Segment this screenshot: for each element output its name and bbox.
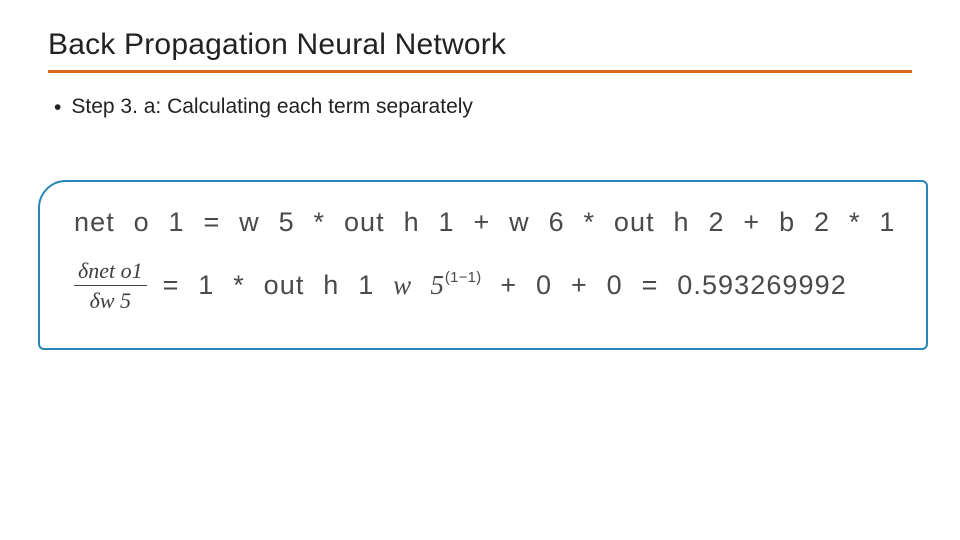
fraction-denominator: δw 5 (86, 289, 135, 312)
variable-w5: w 5 (393, 270, 445, 300)
fraction-bar (74, 285, 147, 286)
equation-line-1: net o 1 = w 5 * out h 1 + w 6 * out h 2 … (74, 204, 902, 240)
equation-rhs: = 1 * out h 1 w 5(1−1) + 0 + 0 = 0.59326… (163, 267, 847, 303)
fraction-numerator: δnet o1 (74, 259, 147, 282)
fraction: δnet o1 δw 5 (74, 259, 147, 312)
bullet-text: Step 3. a: Calculating each term separat… (71, 95, 473, 119)
equation-box: net o 1 = w 5 * out h 1 + w 6 * out h 2 … (38, 180, 928, 350)
bullet-dot-icon: • (54, 95, 61, 120)
equation-line-2: δnet o1 δw 5 = 1 * out h 1 w 5(1−1) + 0 … (74, 259, 902, 312)
title-underline (48, 70, 912, 73)
bullet-item: • Step 3. a: Calculating each term separ… (54, 95, 912, 120)
rhs-suffix: + 0 + 0 = 0.593269992 (481, 270, 846, 300)
slide: Back Propagation Neural Network • Step 3… (0, 0, 960, 540)
page-title: Back Propagation Neural Network (48, 28, 912, 62)
rhs-prefix: = 1 * out h 1 (163, 270, 394, 300)
exponent: (1−1) (445, 270, 482, 286)
